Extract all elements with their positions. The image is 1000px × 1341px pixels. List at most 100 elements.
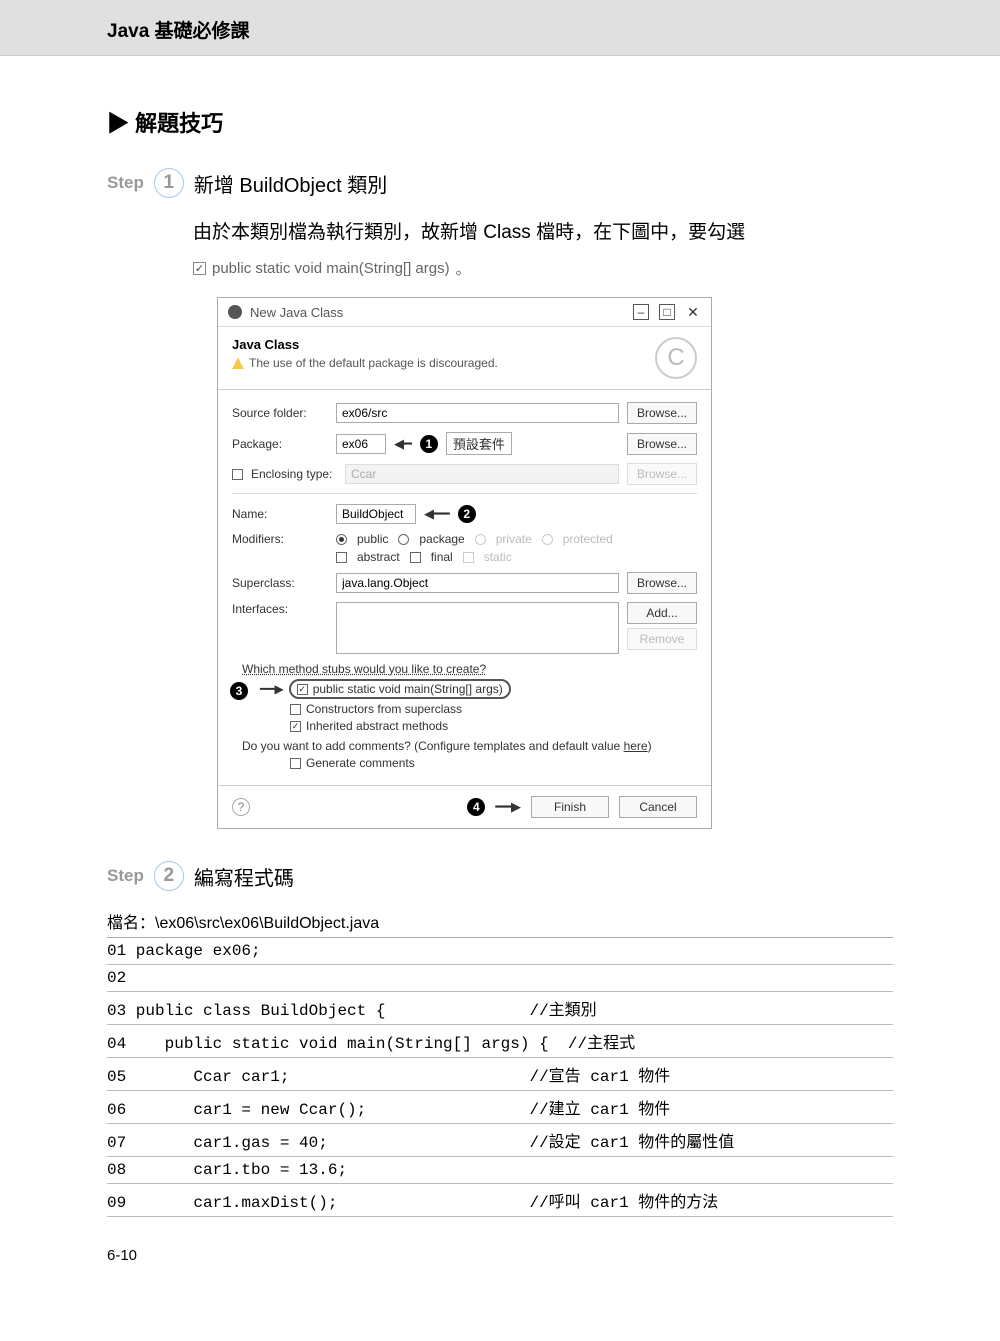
code-line: 06 car1 = new Ccar(); //建立 car1 物件 xyxy=(107,1091,893,1124)
stub-ctor-row: Constructors from superclass xyxy=(290,702,697,716)
public-label: public xyxy=(357,532,388,546)
code-line: 09 car1.maxDist(); //呼叫 car1 物件的方法 xyxy=(107,1184,893,1217)
comments-here-link[interactable]: here xyxy=(624,739,648,753)
interfaces-list[interactable] xyxy=(336,602,619,654)
dialog-body: Source folder: Browse... Package: ◀━ 1 預… xyxy=(218,390,711,785)
stub-main-row: ━━▶ ✓ public static void main(String[] a… xyxy=(290,679,697,699)
step1-period: 。 xyxy=(456,258,471,279)
code-listing: 01 package ex06; 02 03 public class Buil… xyxy=(107,938,893,1217)
new-java-class-dialog: New Java Class – □ ✕ Java Class The use … xyxy=(217,297,712,829)
maximize-icon[interactable]: □ xyxy=(659,304,675,320)
minimize-icon[interactable]: – xyxy=(633,304,649,320)
source-folder-browse-button[interactable]: Browse... xyxy=(627,402,697,424)
code-line: 07 car1.gas = 40; //設定 car1 物件的屬性值 xyxy=(107,1124,893,1157)
stubs-question: Which method stubs would you like to cre… xyxy=(242,662,697,676)
step-label: Step xyxy=(107,866,144,886)
stub-main-label: public static void main(String[] args) xyxy=(313,682,503,696)
stub-inh-checkbox[interactable]: ✓ xyxy=(290,721,301,732)
code-line: 01 package ex06; xyxy=(107,938,893,965)
arrow-icon: ◀━ xyxy=(394,436,412,452)
dialog-warning-text: The use of the default package is discou… xyxy=(249,356,498,370)
public-radio[interactable] xyxy=(336,534,347,545)
step1-checkbox-text: public static void main(String[] args) xyxy=(212,260,450,277)
abstract-checkbox[interactable] xyxy=(336,552,347,563)
close-icon[interactable]: ✕ xyxy=(685,304,701,320)
code-line: 02 xyxy=(107,965,893,992)
step-label: Step xyxy=(107,173,144,193)
name-row: Name: ◀━━ 2 xyxy=(232,504,697,524)
source-folder-label: Source folder: xyxy=(232,406,328,420)
abstract-label: abstract xyxy=(357,550,400,564)
step2-title: 編寫程式碼 xyxy=(194,862,294,891)
gen-comments-label: Generate comments xyxy=(306,756,415,770)
superclass-row: Superclass: Browse... xyxy=(232,572,697,594)
step1-row: Step 1 新增 BuildObject 類別 xyxy=(107,168,893,198)
gen-comments-checkbox[interactable] xyxy=(290,758,301,769)
arrow-icon: ◀━━ xyxy=(424,506,450,522)
interfaces-add-button[interactable]: Add... xyxy=(627,602,697,624)
gen-comments-row: Generate comments xyxy=(290,756,697,770)
superclass-input[interactable] xyxy=(336,573,619,593)
superclass-browse-button[interactable]: Browse... xyxy=(627,572,697,594)
modifiers-row: Modifiers: public package private protec… xyxy=(232,532,697,564)
enclosing-input xyxy=(345,464,619,484)
arrow-icon: ━━▶ xyxy=(495,799,521,815)
annotation-3: 3 xyxy=(230,682,248,700)
package-label: Package: xyxy=(232,437,328,451)
step1-number: 1 xyxy=(154,168,184,198)
header-title: Java 基礎必修課 xyxy=(107,21,250,42)
filename-label: 檔名： xyxy=(107,915,155,932)
package-radio[interactable] xyxy=(398,534,409,545)
stub-main-checkbox[interactable]: ✓ xyxy=(297,684,308,695)
final-label: final xyxy=(431,550,453,564)
step1-checkbox-line: ✓ public static void main(String[] args)… xyxy=(193,258,893,279)
checkbox-icon: ✓ xyxy=(193,262,206,275)
annotation-4: 4 xyxy=(467,798,485,816)
code-line: 03 public class BuildObject { //主類別 xyxy=(107,992,893,1025)
interfaces-row: Interfaces: Add... Remove xyxy=(232,602,697,654)
name-label: Name: xyxy=(232,507,328,521)
static-label: static xyxy=(484,550,512,564)
enclosing-checkbox[interactable] xyxy=(232,469,243,480)
enclosing-type-row: Enclosing type: Browse... xyxy=(232,463,697,485)
name-input[interactable] xyxy=(336,504,416,524)
static-checkbox xyxy=(463,552,474,563)
code-line: 05 Ccar car1; //宣告 car1 物件 xyxy=(107,1058,893,1091)
eclipse-icon xyxy=(228,305,242,319)
protected-label: protected xyxy=(563,532,613,546)
page-content: ▶ 解題技巧 Step 1 新增 BuildObject 類別 由於本類別檔為執… xyxy=(0,56,1000,1294)
step2-row: Step 2 編寫程式碼 xyxy=(107,861,893,891)
annotation-1: 1 xyxy=(420,435,438,453)
dialog-header: Java Class The use of the default packag… xyxy=(218,327,711,390)
step1-title: 新增 BuildObject 類別 xyxy=(194,169,387,198)
cancel-button[interactable]: Cancel xyxy=(619,796,697,818)
source-folder-input[interactable] xyxy=(336,403,619,423)
method-stubs-section: Which method stubs would you like to cre… xyxy=(232,662,697,770)
protected-radio xyxy=(542,534,553,545)
enclosing-label: Enclosing type: xyxy=(251,467,337,481)
final-checkbox[interactable] xyxy=(410,552,421,563)
dialog-footer: ? 4 ━━▶ Finish Cancel xyxy=(218,785,711,828)
class-logo-icon: C xyxy=(655,337,697,379)
dialog-warning: The use of the default package is discou… xyxy=(232,356,655,370)
page-number: 6-10 xyxy=(107,1247,893,1264)
private-radio xyxy=(475,534,486,545)
package-mod-label: package xyxy=(419,532,464,546)
help-icon[interactable]: ? xyxy=(232,798,250,816)
stub-ctor-label: Constructors from superclass xyxy=(306,702,462,716)
interfaces-remove-button: Remove xyxy=(627,628,697,650)
code-line: 04 public static void main(String[] args… xyxy=(107,1025,893,1058)
package-input[interactable] xyxy=(336,434,386,454)
arrow-icon: ━━▶ xyxy=(260,682,284,696)
private-label: private xyxy=(496,532,532,546)
package-browse-button[interactable]: Browse... xyxy=(627,433,697,455)
dialog-titlebar: New Java Class – □ ✕ xyxy=(218,298,711,327)
enclosing-browse-button: Browse... xyxy=(627,463,697,485)
stub-inh-label: Inherited abstract methods xyxy=(306,719,448,733)
page-header: Java 基礎必修課 xyxy=(0,0,1000,56)
package-row: Package: ◀━ 1 預設套件 Browse... xyxy=(232,432,697,455)
interfaces-label: Interfaces: xyxy=(232,602,328,616)
stub-ctor-checkbox[interactable] xyxy=(290,704,301,715)
finish-button[interactable]: Finish xyxy=(531,796,609,818)
annotation-2: 2 xyxy=(458,505,476,523)
